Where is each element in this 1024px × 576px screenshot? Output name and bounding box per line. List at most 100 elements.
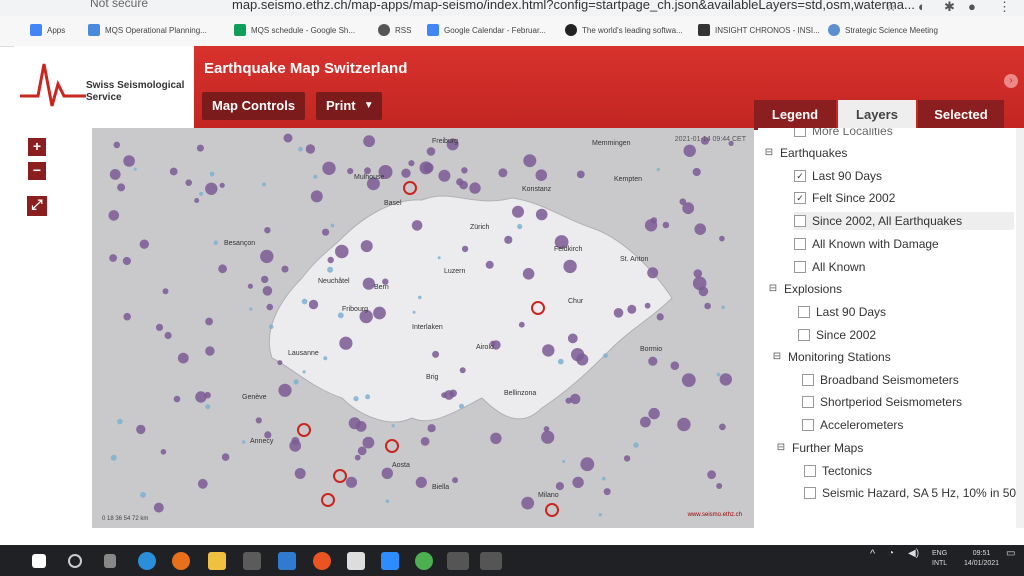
felt-earthquake-marker[interactable] — [297, 423, 311, 437]
earthquake-marker[interactable] — [541, 430, 555, 444]
earthquake-marker[interactable] — [262, 286, 273, 296]
checkbox-checked[interactable]: ✓ — [794, 192, 806, 204]
earthquake-marker[interactable] — [648, 407, 660, 420]
clock[interactable]: 09:51 14/01/2021 — [964, 549, 999, 569]
station-marker[interactable] — [633, 442, 639, 448]
station-marker[interactable] — [313, 174, 318, 179]
print-button[interactable]: Print ▼ — [316, 92, 382, 120]
checkbox[interactable] — [794, 215, 806, 227]
layer-shortperiod[interactable]: Shortperiod Seismometers — [802, 393, 962, 411]
station-marker[interactable] — [598, 513, 602, 517]
earthquake-marker[interactable] — [195, 391, 207, 403]
url-text[interactable]: map.seismo.ethz.ch/map-apps/map-seismo/i… — [232, 0, 915, 12]
collapse-icon[interactable]: ⊟ — [772, 348, 782, 366]
earthquake-marker[interactable] — [218, 264, 227, 274]
earthquake-marker[interactable] — [603, 488, 611, 496]
earthquake-marker[interactable] — [205, 182, 218, 195]
checkbox[interactable] — [794, 238, 806, 250]
station-marker[interactable] — [418, 295, 422, 300]
station-marker[interactable] — [293, 379, 299, 385]
earthquake-marker[interactable] — [362, 436, 375, 449]
earthquake-marker[interactable] — [670, 361, 680, 370]
checkbox[interactable] — [794, 261, 806, 273]
tab-selected[interactable]: Selected — [918, 100, 1004, 130]
earthquake-marker[interactable] — [681, 373, 696, 387]
station-marker[interactable] — [517, 223, 523, 230]
collapse-icon[interactable]: ⊟ — [764, 144, 774, 162]
earthquake-marker[interactable] — [704, 302, 711, 310]
earthquake-marker[interactable] — [278, 383, 292, 397]
chevron-right-icon[interactable]: › — [1004, 74, 1018, 88]
layer-accelerometers[interactable]: Accelerometers — [802, 416, 903, 434]
earthquake-marker[interactable] — [348, 417, 361, 430]
earthquake-marker[interactable] — [504, 235, 513, 244]
felt-earthquake-marker[interactable] — [321, 493, 335, 507]
earthquake-marker[interactable] — [644, 302, 651, 309]
profile-icon[interactable]: ● — [968, 0, 976, 14]
terminal-icon[interactable] — [447, 552, 469, 570]
earthquake-marker[interactable] — [264, 227, 271, 234]
earthquake-marker[interactable] — [283, 133, 293, 143]
terminal-icon[interactable] — [480, 552, 502, 570]
extension-icon[interactable]: ◐ — [918, 0, 926, 14]
earthquake-marker[interactable] — [459, 180, 468, 190]
tray-chevron-icon[interactable]: ^ — [870, 549, 875, 560]
file-explorer-icon[interactable] — [208, 552, 226, 570]
earthquake-marker[interactable] — [401, 168, 411, 178]
station-marker[interactable] — [601, 476, 606, 481]
earthquake-marker[interactable] — [310, 190, 323, 203]
checkbox[interactable] — [804, 487, 816, 499]
zoom-out-button[interactable]: − — [28, 162, 46, 180]
earthquake-marker[interactable] — [716, 483, 723, 489]
earthquake-marker[interactable] — [427, 424, 436, 433]
ubuntu-icon[interactable] — [313, 552, 331, 570]
menu-icon[interactable]: ⋮ — [998, 0, 1011, 15]
earthquake-marker[interactable] — [640, 416, 651, 428]
station-marker[interactable] — [562, 459, 566, 463]
earthquake-marker[interactable] — [335, 244, 349, 259]
earthquake-marker[interactable] — [173, 395, 181, 403]
earthquake-marker[interactable] — [363, 135, 375, 148]
earthquake-marker[interactable] — [650, 217, 658, 224]
earthquake-marker[interactable] — [153, 502, 164, 513]
earthquake-marker[interactable] — [423, 162, 434, 173]
earthquake-marker[interactable] — [707, 470, 716, 480]
earthquake-map[interactable]: 2021-01-14 09:44 CET Freiburg Memmingen Mu… — [92, 128, 754, 528]
earthquake-marker[interactable] — [221, 453, 230, 461]
bookmark-apps[interactable]: Apps — [30, 24, 65, 36]
edge-icon[interactable] — [138, 552, 156, 570]
earthquake-marker[interactable] — [565, 397, 572, 404]
earthquake-marker[interactable] — [322, 161, 336, 175]
felt-earthquake-marker[interactable] — [333, 469, 347, 483]
earthquake-marker[interactable] — [113, 141, 121, 149]
earthquake-marker[interactable] — [109, 169, 121, 180]
earthquake-marker[interactable] — [109, 254, 117, 262]
layer-eq-felt[interactable]: ✓ Felt Since 2002 — [794, 189, 895, 207]
earthquake-marker[interactable] — [339, 336, 353, 350]
layer-more-localities[interactable]: More Localities — [794, 128, 893, 140]
group-further-maps[interactable]: ⊟ Further Maps — [776, 439, 864, 457]
station-marker[interactable] — [353, 396, 359, 402]
earthquake-marker[interactable] — [461, 245, 469, 253]
earthquake-marker[interactable] — [162, 288, 169, 295]
earthquake-marker[interactable] — [719, 373, 732, 386]
group-explosions[interactable]: ⊟ Explosions — [768, 280, 842, 298]
earthquake-marker[interactable] — [567, 333, 578, 344]
earthquake-marker[interactable] — [572, 476, 584, 489]
layer-eq-all[interactable]: All Known — [794, 258, 865, 276]
station-marker[interactable] — [385, 499, 390, 504]
checkbox[interactable] — [794, 128, 806, 137]
puzzle-icon[interactable]: ✱ — [944, 0, 955, 15]
earthquake-marker[interactable] — [512, 205, 524, 218]
windows-start-icon[interactable] — [32, 554, 46, 568]
station-marker[interactable] — [268, 324, 274, 329]
station-marker[interactable] — [199, 191, 204, 196]
earthquake-marker[interactable] — [357, 446, 367, 456]
earthquake-marker[interactable] — [411, 220, 423, 231]
earthquake-marker[interactable] — [294, 468, 306, 479]
earthquake-marker[interactable] — [542, 344, 555, 357]
earthquake-marker[interactable] — [498, 168, 508, 178]
checkbox[interactable] — [802, 396, 814, 408]
earthquake-marker[interactable] — [108, 210, 120, 221]
earthquake-marker[interactable] — [719, 423, 726, 431]
